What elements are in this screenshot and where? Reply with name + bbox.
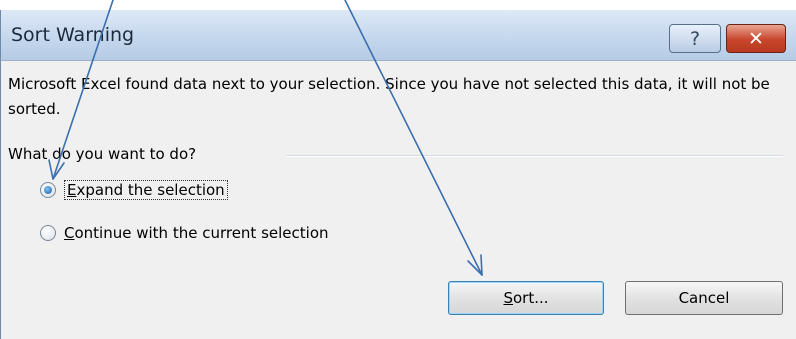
help-button[interactable]: ? <box>669 24 721 53</box>
cancel-button[interactable]: Cancel <box>625 281 783 315</box>
close-icon: ✕ <box>748 27 764 50</box>
options-group-label: What do you want to do? <box>8 145 197 163</box>
help-icon: ? <box>689 27 701 50</box>
close-button[interactable]: ✕ <box>726 24 786 53</box>
sort-button[interactable]: Sort... <box>448 281 604 315</box>
radio-option-expand[interactable]: Expand the selection <box>40 180 228 200</box>
continue-radio[interactable] <box>40 225 56 241</box>
continue-label: Continue with the current selection <box>64 224 329 242</box>
radio-option-continue[interactable]: Continue with the current selection <box>40 224 329 242</box>
expand-label: Expand the selection <box>64 180 228 200</box>
dialog-title: Sort Warning <box>11 24 135 46</box>
warning-message: Microsoft Excel found data next to your … <box>8 75 770 118</box>
expand-radio[interactable] <box>40 182 56 198</box>
title-bar[interactable]: Sort Warning ? ✕ <box>0 10 796 61</box>
group-divider <box>286 155 783 157</box>
